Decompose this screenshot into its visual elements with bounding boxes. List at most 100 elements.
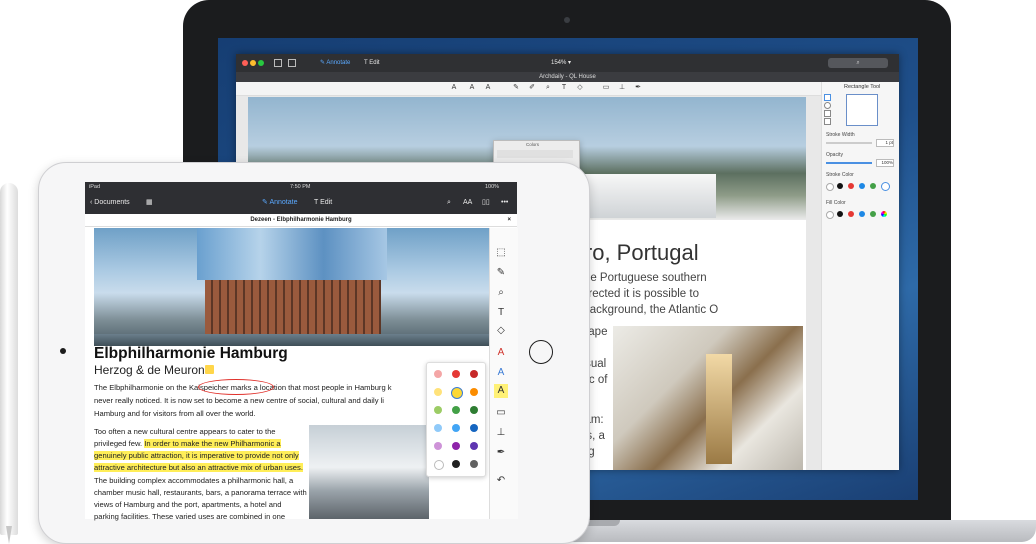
stroke-swatch-green[interactable] (870, 183, 876, 189)
search-field[interactable]: ⌕ (828, 58, 888, 68)
palette-swatch-blue[interactable] (452, 424, 460, 432)
back-button-label: Documents (94, 199, 130, 206)
stamp-tool-icon[interactable]: ⊥ (494, 426, 508, 440)
stroke-swatch-black[interactable] (837, 183, 843, 189)
search-icon[interactable]: ⌕ (447, 198, 451, 208)
palette-swatch-gray[interactable] (470, 460, 478, 468)
palette-swatch-light-green[interactable] (434, 406, 442, 414)
fill-color-label: Fill Color (826, 200, 846, 206)
sidebar-toggle-icon[interactable] (274, 59, 282, 67)
grid-view-icon[interactable]: ▦ (146, 198, 153, 208)
para1-line-1-pre: The Elbphilharmonie on the (94, 383, 189, 392)
undo-icon[interactable]: ↶ (494, 474, 508, 488)
arrow-tool-icon[interactable] (824, 118, 831, 125)
back-button[interactable]: ‹ Documents (90, 198, 130, 208)
para2-line-1: Too often a new cultural centre appears … (94, 427, 276, 436)
selection-tool-icon[interactable]: ⬚ (494, 246, 508, 260)
palette-swatch-green[interactable] (452, 406, 460, 414)
signature-tool-icon[interactable]: ✒ (494, 446, 508, 460)
text-color-icon[interactable]: A (494, 346, 508, 360)
fill-swatch-none[interactable] (826, 211, 834, 219)
pen-tool-icon[interactable]: ✎ (494, 266, 508, 280)
fill-swatch-blue[interactable] (859, 211, 865, 217)
fill-swatch-green[interactable] (870, 211, 876, 217)
comment-tool-icon[interactable]: ▭ (494, 406, 508, 420)
color-picker-mode-bar[interactable] (497, 150, 573, 158)
zoom-level[interactable]: 154% ▾ (551, 57, 571, 69)
status-device: iPad (89, 184, 101, 190)
ellipse-tool-icon[interactable] (824, 102, 831, 109)
palette-swatch-white[interactable] (434, 460, 444, 470)
palette-swatch-dark-blue[interactable] (470, 424, 478, 432)
fill-swatch-black[interactable] (837, 211, 843, 217)
palette-swatch-light-yellow[interactable] (434, 388, 442, 396)
stroke-width-slider[interactable] (826, 142, 872, 144)
pen-icon[interactable]: ✎ (512, 84, 520, 92)
palette-swatch-orange[interactable] (470, 388, 478, 396)
fill-color-picker-icon[interactable] (881, 211, 887, 217)
ipad-home-button[interactable] (529, 340, 553, 364)
close-window-button[interactable] (242, 60, 248, 66)
zoom-window-button[interactable] (258, 60, 264, 66)
more-icon[interactable]: ••• (501, 198, 508, 208)
text-tool-icon[interactable]: T (494, 306, 508, 320)
highlighter-icon[interactable]: ✐ (528, 84, 536, 92)
opacity-slider[interactable] (826, 162, 872, 164)
para2-line-2: privileged few. In order to make the new… (94, 439, 281, 448)
apple-pencil (0, 183, 18, 535)
para2-line-4: attractive architecture but also an attr… (94, 463, 303, 472)
palette-swatch-black[interactable] (452, 460, 460, 468)
ipad-status-bar: iPad 7:50 PM 100% (85, 182, 517, 192)
para2-line-2-pre: privileged few. (94, 439, 145, 448)
text-style-icon[interactable]: A (450, 84, 458, 92)
stroke-color-label: Stroke Color (826, 172, 854, 178)
shapes-tool-icon[interactable]: ◇ (494, 324, 508, 338)
minimize-window-button[interactable] (250, 60, 256, 66)
note-icon[interactable] (205, 365, 214, 374)
underline-icon[interactable]: A (468, 84, 476, 92)
stroke-color-picker-icon[interactable] (881, 182, 890, 191)
highlight-tool-icon[interactable]: A (494, 384, 508, 398)
grid-view-icon[interactable] (288, 59, 296, 67)
palette-swatch-pink[interactable] (434, 370, 442, 378)
stroke-swatch-blue[interactable] (859, 183, 865, 189)
tab-annotate[interactable]: ✎ Annotate (262, 198, 297, 208)
palette-swatch-lavender[interactable] (434, 442, 442, 450)
opacity-label: Opacity (826, 152, 843, 158)
palette-swatch-light-blue[interactable] (434, 424, 442, 432)
magnifier-tool-icon[interactable]: ⌕ (494, 286, 508, 300)
stamp-icon[interactable]: ⊥ (618, 84, 626, 92)
palette-swatch-purple[interactable] (452, 442, 460, 450)
rectangle-tool-icon[interactable] (824, 94, 831, 101)
text-tool-icon[interactable]: T (560, 84, 568, 92)
fill-swatch-red[interactable] (848, 211, 854, 217)
opacity-field[interactable]: 100% (876, 159, 894, 167)
stroke-swatch-white[interactable] (826, 183, 834, 191)
palette-swatch-yellow-selected[interactable] (451, 387, 463, 399)
stroke-width-field[interactable]: 1 pt (876, 139, 894, 147)
tab-edit[interactable]: T Edit (364, 57, 380, 69)
palette-swatch-dark-red[interactable] (470, 370, 478, 378)
book-view-icon[interactable]: ▯▯ (482, 198, 490, 208)
palette-swatch-dark-green[interactable] (470, 406, 478, 414)
line-tool-icon[interactable] (824, 110, 831, 117)
text-size-icon[interactable]: AA (463, 198, 472, 208)
tab-annotate[interactable]: ✎ Annotate (320, 57, 350, 69)
zoom-level-value: 154% (551, 60, 567, 66)
close-doc-icon[interactable]: × (507, 214, 511, 226)
magnifier-icon[interactable]: ⌕ (544, 84, 552, 92)
strikethrough-icon[interactable]: A (484, 84, 492, 92)
comment-icon[interactable]: ▭ (602, 84, 610, 92)
mac-toolbar: ✎ Annotate T Edit 154% ▾ ⌕ (236, 54, 899, 72)
tab-edit[interactable]: T Edit (314, 198, 332, 208)
status-time: 7:50 PM (290, 184, 311, 190)
palette-swatch-red[interactable] (452, 370, 460, 378)
shapes-icon[interactable]: ◇ (576, 84, 584, 92)
stroke-swatch-red[interactable] (848, 183, 854, 189)
signature-icon[interactable]: ✒ (634, 84, 642, 92)
palette-swatch-violet[interactable] (470, 442, 478, 450)
freehand-circle-annotation[interactable] (198, 379, 274, 395)
underline-tool-icon[interactable]: A (494, 366, 508, 380)
doc-title: Archdaily - QL House (539, 74, 596, 80)
color-picker-title: Colors (526, 142, 540, 147)
